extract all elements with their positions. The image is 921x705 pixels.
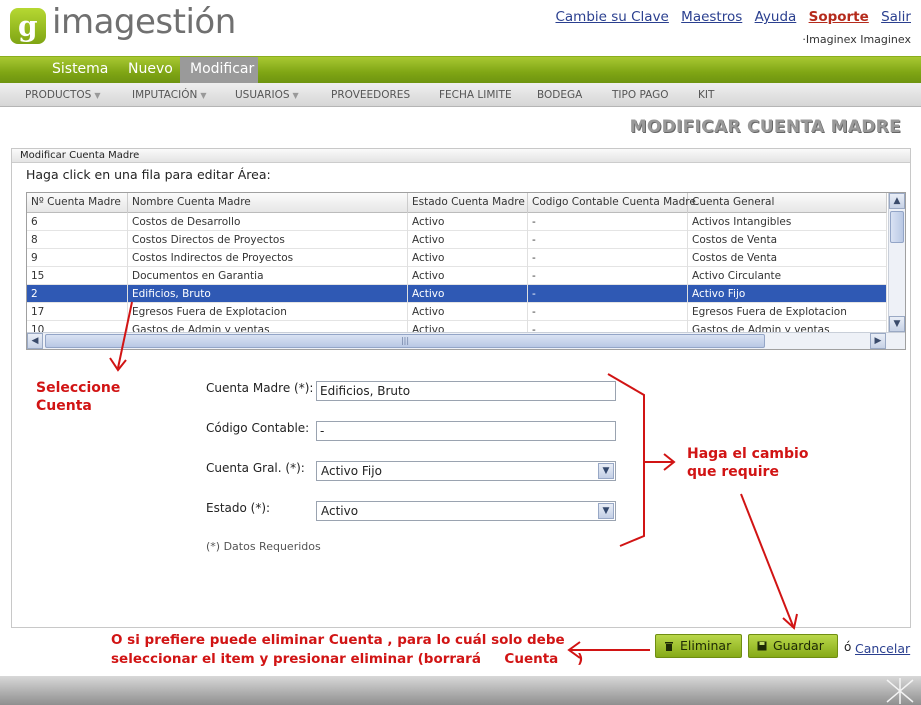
footer [0, 676, 921, 705]
annotation-change: Haga el cambio que require [687, 446, 809, 480]
arrow-save-icon [740, 493, 794, 627]
save-icon [757, 641, 767, 651]
bracket-icon [607, 373, 645, 547]
cancelar-link[interactable]: Cancelar [855, 641, 910, 656]
or-text: ó [844, 640, 852, 654]
annotation-arrows [109, 301, 798, 659]
footer-star-icon [886, 678, 914, 704]
trash-icon [665, 642, 673, 651]
guardar-button[interactable]: Guardar [748, 634, 838, 658]
eliminar-button[interactable]: Eliminar [655, 634, 742, 658]
annotation-delete: O si prefiere puede eliminar Cuenta , pa… [111, 632, 584, 667]
arrow-select-icon [117, 301, 133, 369]
annotation-select: Seleccione Cuenta [36, 380, 121, 414]
